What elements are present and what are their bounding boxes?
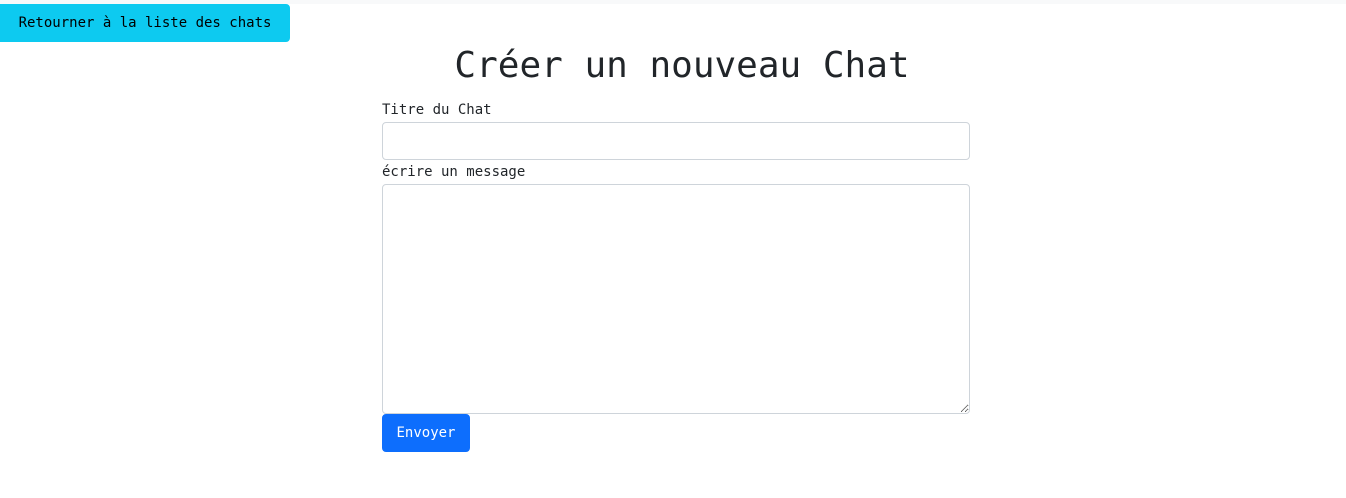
message-textarea[interactable]	[382, 184, 970, 414]
send-button[interactable]: Envoyer	[382, 414, 470, 452]
back-to-chat-list-button[interactable]: Retourner à la liste des chats	[0, 4, 290, 42]
chat-title-label: Titre du Chat	[382, 102, 492, 118]
chat-title-input[interactable]	[382, 122, 970, 160]
new-chat-form: Titre du Chat écrire un message Envoyer	[382, 100, 970, 452]
message-label: écrire un message	[382, 164, 526, 180]
page-title: Créer un nouveau Chat	[454, 45, 910, 86]
